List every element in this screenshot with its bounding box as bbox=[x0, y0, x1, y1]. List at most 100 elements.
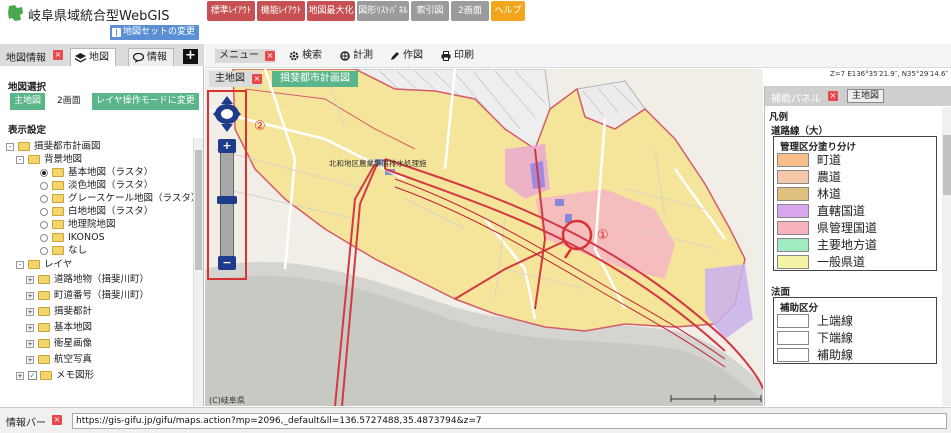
menu-print[interactable]: 印刷 bbox=[441, 49, 474, 63]
expand-icon[interactable]: + bbox=[16, 371, 24, 380]
tree-item-layers[interactable]: - レイヤ bbox=[16, 258, 72, 271]
index-map-button[interactable]: 索引図 bbox=[411, 1, 449, 21]
tree-item-satellite[interactable]: + 衛星画像 bbox=[26, 337, 92, 350]
zoom-slider[interactable] bbox=[220, 140, 234, 268]
tree-item-road-numbers[interactable]: + 町道番号（揖斐川町） bbox=[26, 289, 149, 302]
expand-icon[interactable]: + bbox=[26, 275, 34, 284]
close-icon[interactable]: × bbox=[52, 415, 62, 425]
legend-item-label: 下端線 bbox=[817, 331, 854, 345]
menu-label-text: メニュー bbox=[219, 50, 259, 61]
legend-item-label: 一般県道 bbox=[817, 255, 866, 269]
radio-grayscale-map[interactable]: グレースケール地図（ラスタ） bbox=[40, 192, 194, 205]
radio-pale-map[interactable]: 淡色地図（ラスタ） bbox=[40, 179, 153, 192]
app-title: 岐阜県域統合型WebGIS bbox=[28, 9, 170, 24]
folder-icon bbox=[40, 371, 52, 380]
tree-item-road-features[interactable]: + 道路地物（揖斐川町） bbox=[26, 273, 149, 286]
radio-basic-map[interactable]: 基本地図（ラスタ） bbox=[40, 166, 153, 179]
pencil-icon bbox=[391, 52, 399, 60]
tab-ibi-city-plan[interactable]: 揖斐都市計画図 bbox=[272, 71, 358, 87]
shape-list-panel-button[interactable]: 図形ﾘｽﾄﾊﾟﾈﾙ bbox=[357, 1, 409, 21]
tree-item-ibi-plan[interactable]: - 揖斐都市計画図 bbox=[6, 140, 101, 153]
radio-icon[interactable] bbox=[40, 246, 48, 255]
tree-item-aerial-photo[interactable]: + 航空写真 bbox=[26, 353, 92, 366]
tree-item-memo-shapes[interactable]: + ✓ メモ図形 bbox=[16, 369, 94, 382]
info-bar: 情報バー × bbox=[0, 407, 951, 433]
map-canvas[interactable]: 北和地区農業集落排水処理施 bbox=[205, 69, 763, 406]
collapse-icon[interactable]: - bbox=[16, 155, 24, 164]
map-info-panel-title: 地図情報 bbox=[6, 53, 46, 64]
zoom-out-button[interactable]: − bbox=[218, 256, 236, 270]
tab-main-map[interactable]: 主地図 × bbox=[209, 71, 262, 87]
radio-icon[interactable] bbox=[40, 220, 48, 229]
radio-icon[interactable] bbox=[40, 233, 48, 242]
legend-item: 農道 bbox=[774, 168, 936, 185]
road-legend-subtitle: 管理区分塗り分け bbox=[780, 142, 857, 153]
radio-none[interactable]: なし bbox=[40, 244, 87, 257]
map-file-icon bbox=[52, 233, 64, 242]
close-icon[interactable]: × bbox=[828, 91, 838, 101]
map-maximize-button[interactable]: 地図最大化 bbox=[307, 1, 355, 21]
legend-swatch bbox=[777, 313, 809, 328]
tab-map[interactable]: 地図 bbox=[70, 48, 116, 66]
expand-icon[interactable]: + bbox=[26, 339, 34, 348]
radio-blank-map[interactable]: 白地地図（ラスタ） bbox=[40, 205, 153, 218]
radio-icon[interactable] bbox=[40, 181, 48, 190]
help-button[interactable]: ヘルプ bbox=[491, 1, 525, 21]
checkbox-checked-icon[interactable]: ✓ bbox=[28, 371, 37, 380]
radio-ikonos[interactable]: IKONOS bbox=[40, 231, 105, 244]
expand-icon[interactable]: + bbox=[26, 307, 34, 316]
menu-search[interactable]: 検索 bbox=[289, 49, 322, 63]
pan-arrows-icon[interactable] bbox=[213, 96, 241, 132]
standard-layout-button[interactable]: 標準ﾚｲｱｳﾄ bbox=[207, 1, 255, 21]
coordinate-readout: Z=7 E136°35′21.9″, N35°29′14.6″ bbox=[830, 70, 949, 78]
close-icon[interactable]: × bbox=[265, 51, 275, 61]
expand-icon[interactable]: + bbox=[26, 323, 34, 332]
scrollbar-thumb[interactable] bbox=[195, 150, 202, 270]
close-icon[interactable]: × bbox=[252, 74, 262, 84]
tree-item-basic-map[interactable]: + 基本地図 bbox=[26, 321, 92, 334]
radio-gsi-map[interactable]: 地理院地図 bbox=[40, 218, 116, 231]
expand-icon[interactable]: + bbox=[26, 355, 34, 364]
radio-icon[interactable] bbox=[40, 207, 48, 216]
zoom-slider-knob[interactable] bbox=[217, 196, 237, 204]
map-file-icon bbox=[52, 246, 64, 255]
folder-icon bbox=[18, 142, 30, 151]
tree-item-label: メモ図形 bbox=[56, 370, 95, 381]
menu-draw[interactable]: 作図 bbox=[390, 49, 423, 63]
tree-item-ibi-city-plan[interactable]: + 揖斐都計 bbox=[26, 305, 92, 318]
annotation-marker-2: ② bbox=[254, 119, 266, 134]
radio-selected-icon[interactable] bbox=[40, 168, 48, 177]
tree-item-background-map[interactable]: - 背景地図 bbox=[16, 153, 82, 166]
app-header: 岐阜県域統合型WebGIS 地図セットの変更 標準ﾚｲｱｳﾄ 機能ﾚｲｱｳﾄ 地… bbox=[0, 0, 951, 44]
gifu-logo-icon bbox=[8, 5, 23, 21]
map-tabs: 主地図 × 揖斐都市計画図 bbox=[205, 69, 763, 87]
function-layout-button[interactable]: 機能ﾚｲｱｳﾄ bbox=[257, 1, 305, 21]
two-screen-button[interactable]: 2画面 bbox=[451, 1, 489, 21]
legend-swatch bbox=[777, 203, 809, 218]
two-screen-mode-button[interactable]: 2画面 bbox=[53, 93, 85, 110]
zoom-in-button[interactable]: + bbox=[218, 139, 236, 153]
scrollbar-thumb[interactable] bbox=[943, 135, 951, 195]
folder-icon bbox=[38, 307, 50, 316]
book-icon bbox=[112, 28, 121, 37]
main-map-button[interactable]: 主地図 bbox=[10, 93, 46, 110]
url-field[interactable] bbox=[72, 413, 947, 429]
collapse-icon[interactable]: - bbox=[6, 142, 14, 151]
add-button[interactable]: + bbox=[183, 49, 198, 64]
expand-icon[interactable]: + bbox=[26, 291, 34, 300]
display-settings-heading: 表示設定 bbox=[8, 125, 47, 136]
map-place-label: 北和地区農業集落排水処理施 bbox=[329, 158, 427, 168]
speech-bubble-icon bbox=[133, 53, 144, 63]
aux-main-map-button[interactable]: 主地図 bbox=[847, 89, 885, 103]
close-icon[interactable]: × bbox=[53, 50, 63, 60]
menu-measure-label: 計測 bbox=[353, 50, 373, 61]
collapse-icon[interactable]: - bbox=[16, 260, 24, 269]
tab-info[interactable]: 情報 bbox=[128, 48, 174, 66]
layer-mode-button[interactable]: レイヤ操作モードに変更 bbox=[92, 93, 199, 110]
aux-panel-scrollbar[interactable] bbox=[942, 107, 951, 406]
tree-scrollbar[interactable] bbox=[193, 138, 203, 406]
menu-measure[interactable]: 計測 bbox=[340, 49, 373, 63]
radio-icon[interactable] bbox=[40, 194, 48, 203]
map-graphic[interactable]: 北和地区農業集落排水処理施 bbox=[205, 69, 763, 406]
mapset-change-button[interactable]: 地図セットの変更 bbox=[110, 25, 200, 40]
